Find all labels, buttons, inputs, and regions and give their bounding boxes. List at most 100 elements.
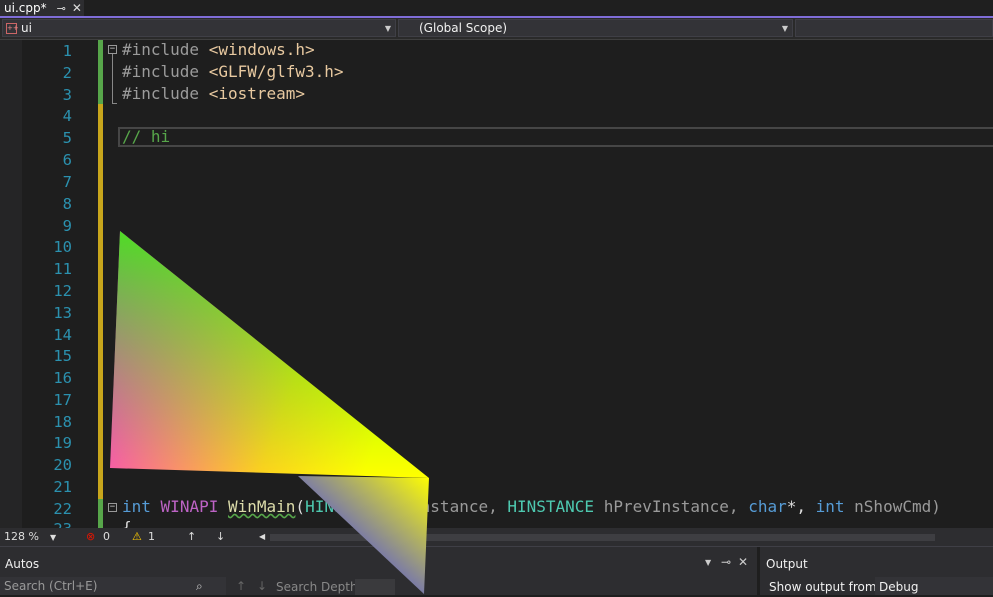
line-number: 5 [62, 129, 72, 147]
line-number: 17 [53, 391, 72, 409]
line-number: 10 [53, 238, 72, 256]
line-number: 19 [53, 434, 72, 452]
search-previous-icon[interactable]: ↑ [236, 579, 246, 593]
tool-panels: Autos ▼ ⊸ ✕ Search (Ctrl+E) ⌕ ↑ ↓ Search… [0, 546, 993, 595]
keyword-char: char [748, 497, 787, 516]
indicator-margin [0, 40, 22, 528]
line-number: 3 [62, 86, 72, 104]
fold-guide [112, 103, 117, 104]
error-icon[interactable]: ⊗ [86, 530, 95, 543]
autos-search-input[interactable]: Search (Ctrl+E) ⌕ [0, 577, 226, 595]
keyword-int: int [122, 497, 151, 516]
line-number: 9 [62, 217, 72, 235]
line-number: 20 [53, 456, 72, 474]
show-output-from-label: Show output from: [769, 580, 881, 594]
saved-change-indicator [98, 499, 103, 528]
autos-title[interactable]: Autos [5, 557, 39, 571]
project-label: ui [21, 21, 32, 35]
pin-icon[interactable]: ⊸ [57, 2, 66, 15]
search-icon[interactable]: ⌕ [196, 577, 203, 595]
param: hPrevInstance, [594, 497, 749, 516]
code-line-3: #include <iostream> [122, 84, 305, 103]
scroll-left-icon[interactable]: ◀ [259, 532, 265, 541]
output-source-value: Debug [879, 580, 919, 594]
close-icon[interactable]: ✕ [738, 555, 748, 569]
line-number: 16 [53, 369, 72, 387]
document-tab-bar: ui.cpp* ⊸ ✕ [0, 0, 993, 18]
line-number: 15 [53, 347, 72, 365]
pointer: *, [786, 497, 816, 516]
next-arrow-icon[interactable]: ↓ [216, 530, 225, 543]
unsaved-change-indicator [98, 104, 103, 499]
param: nShowCmd) [844, 497, 941, 516]
include-path: <iostream> [208, 84, 306, 103]
pin-icon[interactable]: ⊸ [721, 555, 731, 569]
line-number: 23 [28, 520, 72, 528]
chevron-down-icon[interactable]: ▼ [705, 558, 711, 567]
navigation-bar: ++ ui ▼ (Global Scope) ▼ [0, 18, 993, 40]
member-dropdown[interactable] [795, 19, 993, 37]
output-title[interactable]: Output [766, 557, 808, 571]
saved-change-indicator [98, 40, 103, 104]
search-next-icon[interactable]: ↓ [257, 579, 267, 593]
comment: // hi [122, 127, 171, 146]
zoom-level[interactable]: 128 % [4, 530, 39, 543]
line-number: 2 [62, 64, 72, 82]
fold-guide [112, 54, 113, 104]
collapse-icon[interactable]: − [108, 503, 117, 512]
keyword-int: int [815, 497, 845, 516]
tab-title: ui.cpp* [4, 1, 47, 15]
code-line-2: #include <GLFW/glfw3.h> [122, 62, 344, 81]
collapse-icon[interactable]: − [108, 45, 117, 54]
horizontal-scrollbar[interactable] [270, 534, 935, 541]
preprocessor-directive: #include [122, 84, 209, 103]
search-depth-label: Search Depth: [276, 580, 362, 594]
warning-count[interactable]: 1 [148, 530, 155, 543]
chevron-down-icon: ▼ [384, 24, 391, 33]
code-line-5: // hi [122, 127, 170, 146]
function-name: WinMain [227, 497, 296, 516]
code-line-23: { [122, 518, 132, 528]
editor-status-bar: 128 % ▼ ⊗ 0 ⚠ 1 ↑ ↓ ◀ [0, 528, 993, 546]
type-hinstance: HINSTANCE [305, 497, 392, 516]
current-line-highlight [118, 127, 993, 147]
preprocessor-directive: #include [122, 40, 209, 59]
include-path: <GLFW/glfw3.h> [208, 62, 344, 81]
code-line-22: int WINAPI WinMain(HINSTANCE hInstance, … [122, 497, 941, 516]
line-number: 12 [53, 282, 72, 300]
param: hInstance, [391, 497, 508, 516]
tab-ui-cpp[interactable]: ui.cpp* ⊸ ✕ [0, 0, 84, 16]
close-icon[interactable]: ✕ [72, 1, 82, 15]
line-number: 7 [62, 173, 72, 191]
previous-arrow-icon[interactable]: ↑ [187, 530, 196, 543]
line-number: 1 [62, 42, 72, 60]
output-source-dropdown[interactable]: Debug [875, 577, 993, 595]
line-number: 22 [53, 500, 72, 518]
line-number: 6 [62, 151, 72, 169]
panel-splitter[interactable] [757, 547, 760, 595]
line-number: 11 [53, 260, 72, 278]
chevron-down-icon[interactable]: ▼ [50, 533, 56, 542]
type-hinstance: HINSTANCE [507, 497, 595, 516]
paren: ( [295, 497, 306, 516]
include-path: <windows.h> [208, 40, 315, 59]
chevron-down-icon: ▼ [781, 24, 788, 33]
preprocessor-directive: #include [122, 62, 209, 81]
line-number: 4 [62, 107, 72, 125]
warning-icon[interactable]: ⚠ [132, 530, 142, 543]
macro-winapi: WINAPI [160, 497, 219, 516]
line-number: 13 [53, 304, 72, 322]
code-editor[interactable]: 1 2 3 4 5 6 7 8 9 10 11 12 13 14 15 16 1… [0, 40, 993, 528]
line-number: 18 [53, 413, 72, 431]
scope-label: (Global Scope) [419, 21, 508, 35]
project-icon: ++ [6, 22, 19, 34]
code-line-1: #include <windows.h> [122, 40, 315, 59]
line-number: 8 [62, 195, 72, 213]
project-dropdown[interactable]: ++ ui ▼ [2, 19, 396, 37]
search-depth-dropdown[interactable] [355, 579, 395, 595]
line-number: 21 [53, 478, 72, 496]
error-count[interactable]: 0 [103, 530, 110, 543]
scope-dropdown[interactable]: (Global Scope) ▼ [398, 19, 793, 37]
line-number: 14 [53, 326, 72, 344]
search-placeholder: Search (Ctrl+E) [4, 579, 98, 593]
